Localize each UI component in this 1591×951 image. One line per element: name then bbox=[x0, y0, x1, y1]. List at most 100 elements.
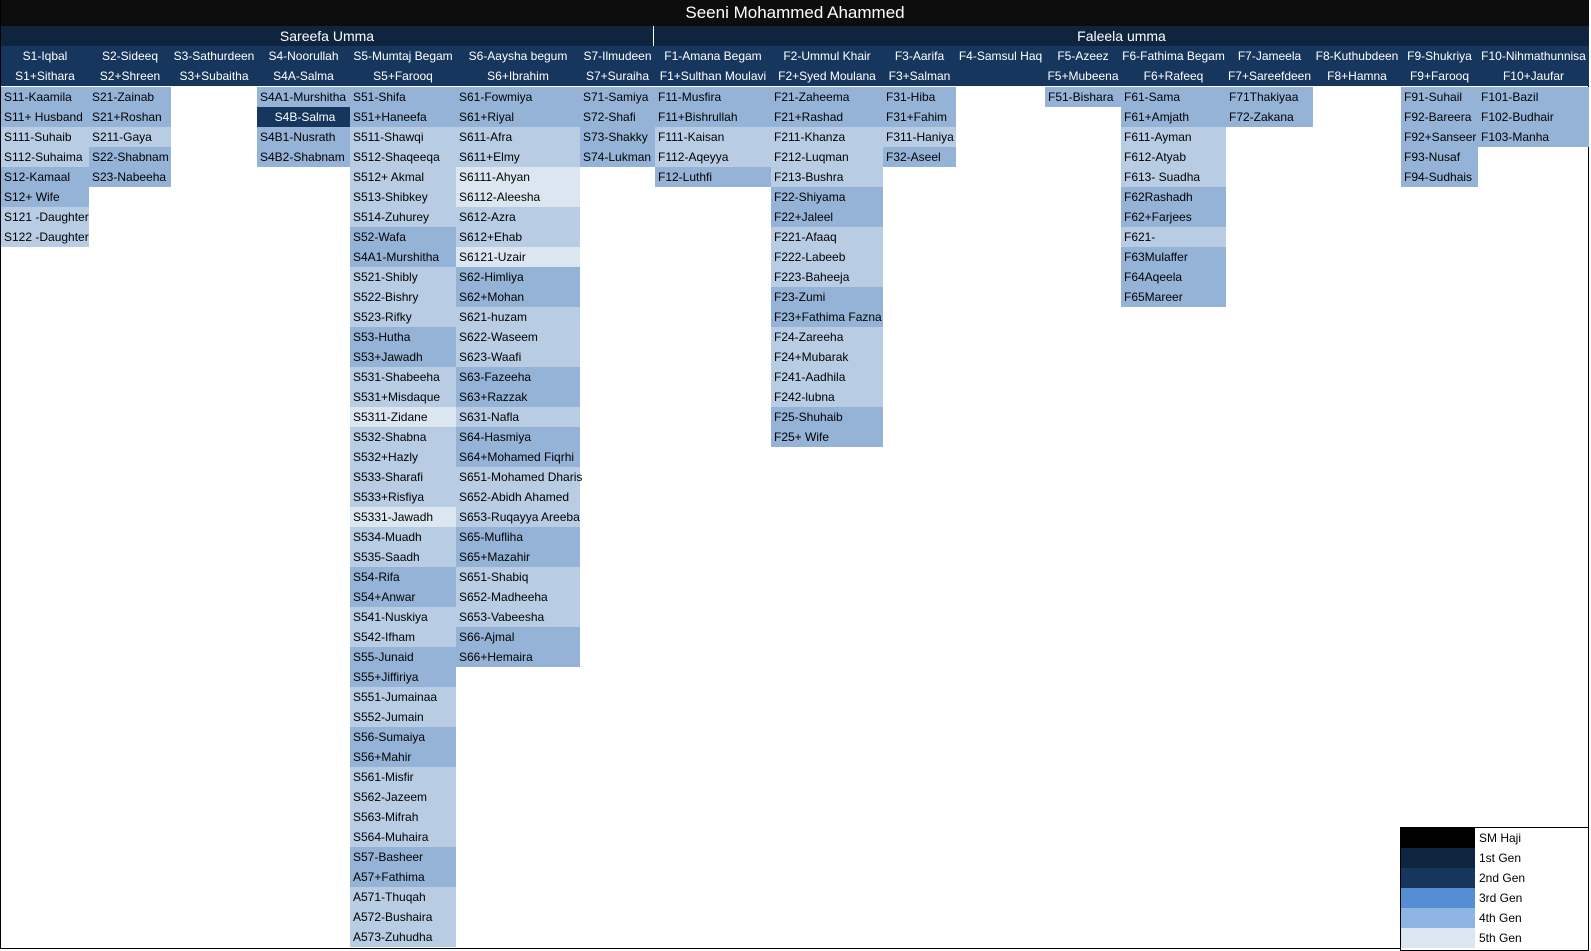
descendant-cell: F213-Bushra bbox=[771, 167, 883, 187]
descendant-cell: S64-Hasmiya bbox=[456, 427, 580, 447]
descendant-cell: S12+ Wife bbox=[1, 187, 89, 207]
descendant-cell: S623-Waafi bbox=[456, 347, 580, 367]
descendant-cell: S6111-Ahyan bbox=[456, 167, 580, 187]
descendant-cell: S531-Shabeeha bbox=[350, 367, 456, 387]
descendant-cell: S11-Kaamila bbox=[1, 87, 89, 107]
descendant-cell: F223-Baheeja bbox=[771, 267, 883, 287]
second-gen-member: S3-Sathurdeen bbox=[173, 49, 255, 63]
descendant-cell: S21+Roshan bbox=[89, 107, 171, 127]
descendant-cell: S74-Lukman bbox=[580, 147, 655, 167]
second-gen-member: S4-Noorullah bbox=[268, 49, 339, 63]
second-gen-member: F4-Samsul Haq bbox=[958, 49, 1043, 63]
second-gen-spouse: S3+Subaitha bbox=[179, 69, 249, 83]
descendant-cell: S64+Mohamed Fiqrhi bbox=[456, 447, 580, 467]
second-gen-spouse: S4A-Salma bbox=[273, 69, 334, 83]
descendant-cell: S522-Bishry bbox=[350, 287, 456, 307]
descendant-cell: S523-Rifky bbox=[350, 307, 456, 327]
descendant-cell: F65Mareer bbox=[1121, 287, 1226, 307]
descendant-cell: S652-Abidh Ahamed bbox=[456, 487, 580, 507]
second-gen-spouse: F8+Hamna bbox=[1327, 69, 1387, 83]
legend-swatch bbox=[1401, 888, 1475, 908]
descendant-cell: F613- Suadha bbox=[1121, 167, 1226, 187]
descendant-cell: F621- bbox=[1121, 227, 1226, 247]
descendant-cell: F103-Manha bbox=[1478, 127, 1589, 147]
descendant-cell: F92+Sanseer bbox=[1401, 127, 1478, 147]
descendant-cell: S5331-Jawadh bbox=[350, 507, 456, 527]
descendant-cell: F222-Labeeb bbox=[771, 247, 883, 267]
descendant-cell: S532-Shabna bbox=[350, 427, 456, 447]
descendant-cell: S56-Sumaiya bbox=[350, 727, 456, 747]
second-gen-spouse bbox=[956, 66, 1045, 86]
second-gen-member: S6-Aaysha begum bbox=[468, 49, 568, 63]
descendant-cell: F25-Shuhaib bbox=[771, 407, 883, 427]
descendant-cell: F22+Jaleel bbox=[771, 207, 883, 227]
descendant-cell: S62+Mohan bbox=[456, 287, 580, 307]
descendant-cell: F63Mulaffer bbox=[1121, 247, 1226, 267]
descendant-cell: S551-Jumainaa bbox=[350, 687, 456, 707]
descendant-cell: F61-Sama bbox=[1121, 87, 1226, 107]
legend-label: 5th Gen bbox=[1479, 931, 1522, 945]
descendant-cell: F25+ Wife bbox=[771, 427, 883, 447]
descendant-cell: S631-Nafla bbox=[456, 407, 580, 427]
descendant-cell: S611+Elmy bbox=[456, 147, 580, 167]
descendant-cell: S562-Jazeem bbox=[350, 787, 456, 807]
descendant-cell: S4B1-Nusrath bbox=[257, 127, 350, 147]
descendant-cell: F311-Haniya bbox=[883, 127, 956, 147]
legend-label: SM Haji bbox=[1479, 831, 1522, 845]
legend-row: 2nd Gen bbox=[1401, 868, 1589, 888]
legend-row: 5th Gen bbox=[1401, 928, 1589, 948]
descendant-cell: F211-Khanza bbox=[771, 127, 883, 147]
legend-row: 1st Gen bbox=[1401, 848, 1589, 868]
descendant-cell: F612-Atyab bbox=[1121, 147, 1226, 167]
descendant-cell: S211-Gaya bbox=[89, 127, 171, 147]
descendant-cell: A573-Zuhudha bbox=[350, 927, 456, 947]
descendant-cell: S54-Rifa bbox=[350, 567, 456, 587]
descendant-cell: S514-Zuhurey bbox=[350, 207, 456, 227]
gen1-faleela: Faleela umma bbox=[1077, 28, 1166, 44]
descendant-cell: S552-Jumain bbox=[350, 707, 456, 727]
second-gen-member: S7-Ilmudeen bbox=[583, 49, 652, 63]
second-gen-member: F2-Ummul Khair bbox=[783, 49, 871, 63]
descendant-cell: S63+Razzak bbox=[456, 387, 580, 407]
descendant-cell: S535-Saadh bbox=[350, 547, 456, 567]
generation-legend: SM Haji 1st Gen 2nd Gen 3rd Gen 4th Gen 5th G… bbox=[1400, 827, 1589, 951]
descendant-cell: S22-Shabnam bbox=[89, 147, 171, 167]
descendant-cell: F71Thakiyaa bbox=[1226, 87, 1313, 107]
legend-label: 1st Gen bbox=[1479, 851, 1522, 865]
descendant-cell: S66-Ajmal bbox=[456, 627, 580, 647]
descendant-cell: S511-Shawqi bbox=[350, 127, 456, 147]
descendant-cell: S112-Suhaima bbox=[1, 147, 89, 167]
descendant-cell: S62-Himliya bbox=[456, 267, 580, 287]
descendant-cell: S56+Mahir bbox=[350, 747, 456, 767]
descendant-cell: S653-Ruqayya Areeba bbox=[456, 507, 580, 527]
legend-row: 3rd Gen bbox=[1401, 888, 1589, 908]
second-gen-member: S2-Sideeq bbox=[101, 49, 159, 63]
second-gen-spouse: F6+Rafeeq bbox=[1143, 69, 1204, 83]
second-gen-member: F5-Azeez bbox=[1057, 49, 1109, 63]
descendant-cell: S4A1-Murshitha bbox=[350, 247, 456, 267]
second-gen-member: F7-Jameela bbox=[1237, 49, 1302, 63]
second-gen-spouse: S6+Ibrahim bbox=[487, 69, 549, 83]
descendant-cell: S652-Madheeha bbox=[456, 587, 580, 607]
root-ancestor-title: Seeni Mohammed Ahammed bbox=[1, 0, 1589, 26]
legend-label: 2nd Gen bbox=[1479, 871, 1526, 885]
descendant-cell: S542-Ifham bbox=[350, 627, 456, 647]
descendant-cell: S653-Vabeesha bbox=[456, 607, 580, 627]
descendant-cell: F21+Rashad bbox=[771, 107, 883, 127]
descendant-cell: S55+Jiffiriya bbox=[350, 667, 456, 687]
descendant-cell: F11+Bishrullah bbox=[655, 107, 771, 127]
second-gen-spouse: F5+Mubeena bbox=[1047, 69, 1119, 83]
descendant-cell: F31+Fahim bbox=[883, 107, 956, 127]
descendant-cell: S21-Zainab bbox=[89, 87, 171, 107]
descendant-cell: F51-Bishara bbox=[1045, 87, 1121, 107]
descendant-cell: S513-Shibkey bbox=[350, 187, 456, 207]
descendant-cell: F12-Luthfi bbox=[655, 167, 771, 187]
legend-row: 4th Gen bbox=[1401, 908, 1589, 928]
second-gen-member: S1-Iqbal bbox=[22, 49, 68, 63]
descendant-cell: A57+Fathima bbox=[350, 867, 456, 887]
descendant-cell: S533+Risfiya bbox=[350, 487, 456, 507]
descendant-cell: F92-Bareera bbox=[1401, 107, 1478, 127]
second-gen-member: F9-Shukriya bbox=[1407, 49, 1472, 63]
descendant-cell: F111-Kaisan bbox=[655, 127, 771, 147]
legend-swatch bbox=[1401, 828, 1475, 848]
